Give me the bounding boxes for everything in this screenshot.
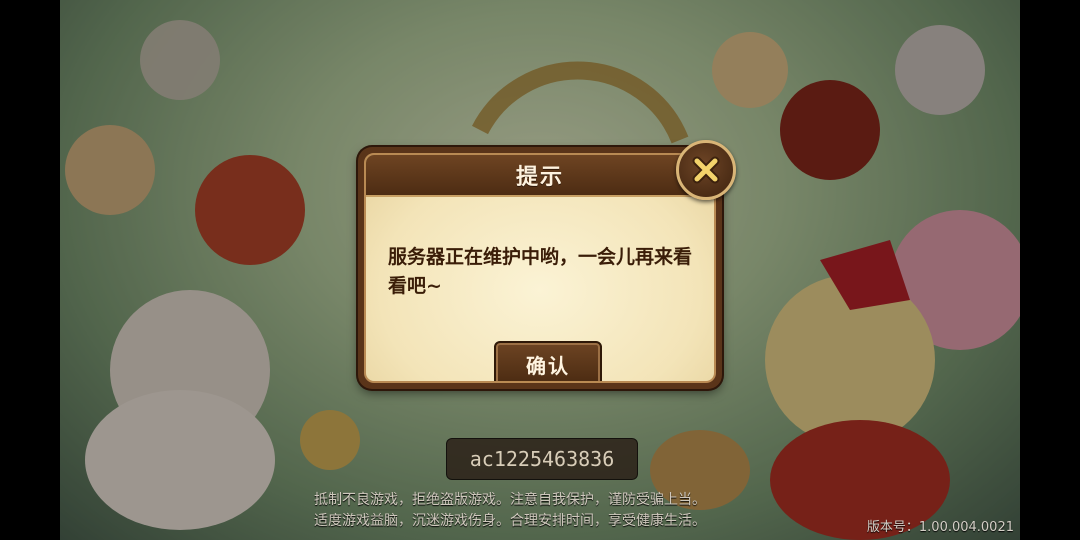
health-notice-line-2: 适度游戏益脑，沉迷游戏伤身。合理安排时间，享受健康生活。 <box>314 513 706 529</box>
health-notice: 抵制不良游戏，拒绝盗版游戏。注意自我保护，谨防受骗上当。 适度游戏益脑，沉迷游戏… <box>314 490 774 532</box>
account-id: ac1225463836 <box>469 447 615 471</box>
confirm-button-label: 确认 <box>526 353 570 378</box>
health-notice-line-1: 抵制不良游戏，拒绝盗版游戏。注意自我保护，谨防受骗上当。 <box>314 492 706 508</box>
dialog-body: 提示 服务器正在维护中哟，一会儿再来看看吧~ 确认 <box>364 153 716 383</box>
dialog-header: 提示 <box>366 155 714 197</box>
dialog-title: 提示 <box>515 165 564 190</box>
dialog-message: 服务器正在维护中哟，一会儿再来看看吧~ <box>388 246 693 297</box>
maintenance-dialog: 提示 服务器正在维护中哟，一会儿再来看看吧~ 确认 <box>358 147 722 389</box>
close-x-icon <box>692 156 720 184</box>
account-id-box: ac1225463836 <box>446 438 638 480</box>
close-button[interactable] <box>676 140 736 200</box>
confirm-button[interactable]: 确认 <box>494 341 602 381</box>
version-label: 版本号：1.00.004.0021 <box>866 520 1014 535</box>
